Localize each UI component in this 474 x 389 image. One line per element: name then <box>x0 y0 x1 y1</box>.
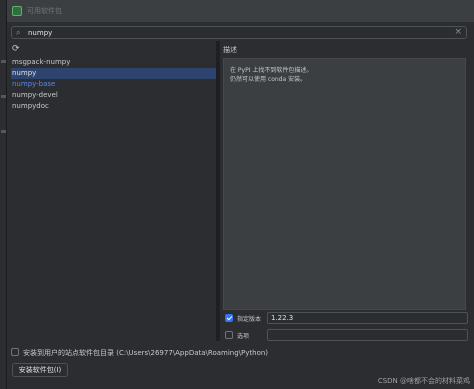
window-title: 可用软件包 <box>27 7 62 15</box>
background-window-strip <box>0 0 7 389</box>
options-input[interactable] <box>267 329 468 341</box>
description-box: 在 PyPI 上找不到软件包描述。 仍然可以使用 conda 安装。 <box>223 58 466 310</box>
specify-version-row: 指定版本 1.22.3 <box>225 312 474 325</box>
package-item-numpydoc[interactable]: numpydoc <box>11 101 216 112</box>
package-search-field[interactable]: ⌕ numpy × <box>11 26 467 39</box>
description-line: 在 PyPI 上找不到软件包描述。 <box>230 67 313 74</box>
search-icon: ⌕ <box>16 28 21 37</box>
package-item-numpy-devel[interactable]: numpy-devel <box>11 90 216 101</box>
refresh-icon[interactable]: ⟳ <box>12 44 20 54</box>
description-line: 仍然可以使用 conda 安装。 <box>230 76 307 83</box>
pycharm-app-icon <box>12 6 22 16</box>
strip-mark <box>1 130 6 133</box>
package-list: msgpack-numpy numpy numpy-base numpy-dev… <box>11 57 216 112</box>
install-user-site-row: 安装到用户的站点软件包目录 (C:\Users\26977\AppData\Ro… <box>11 347 451 358</box>
install-user-site-label: 安装到用户的站点软件包目录 (C:\Users\26977\AppData\Ro… <box>23 349 269 357</box>
strip-mark <box>1 60 6 63</box>
specify-version-checkbox[interactable] <box>225 314 233 322</box>
package-item-msgpack-numpy[interactable]: msgpack-numpy <box>11 57 216 68</box>
version-value: 1.22.3 <box>271 314 294 322</box>
close-icon[interactable]: × <box>454 27 462 37</box>
search-input[interactable]: numpy <box>28 29 52 37</box>
package-item-numpy-base[interactable]: numpy-base <box>11 79 216 90</box>
options-label: 选项 <box>237 333 250 340</box>
strip-mark <box>1 95 6 98</box>
csdn-watermark: CSDN @啥都不会的材料菜鸡 <box>377 377 470 385</box>
description-label: 描述 <box>223 46 237 54</box>
package-list-panel: ⟳ msgpack-numpy numpy numpy-base numpy-d… <box>11 44 216 341</box>
options-checkbox[interactable] <box>225 331 233 339</box>
install-package-button[interactable]: 安装软件包(I) <box>12 363 68 377</box>
package-details-panel: 描述 在 PyPI 上找不到软件包描述。 仍然可以使用 conda 安装。 <box>220 41 474 341</box>
install-user-site-checkbox[interactable] <box>11 348 19 356</box>
title-bar[interactable]: 可用软件包 <box>7 0 474 22</box>
specify-version-label: 指定版本 <box>237 316 262 323</box>
version-select[interactable]: 1.22.3 <box>267 312 468 324</box>
package-item-numpy[interactable]: numpy <box>11 68 216 79</box>
available-packages-dialog: 可用软件包 ⌕ numpy × ⟳ msgpack-numpy numpy nu… <box>7 0 474 389</box>
options-row: 选项 <box>225 329 474 342</box>
